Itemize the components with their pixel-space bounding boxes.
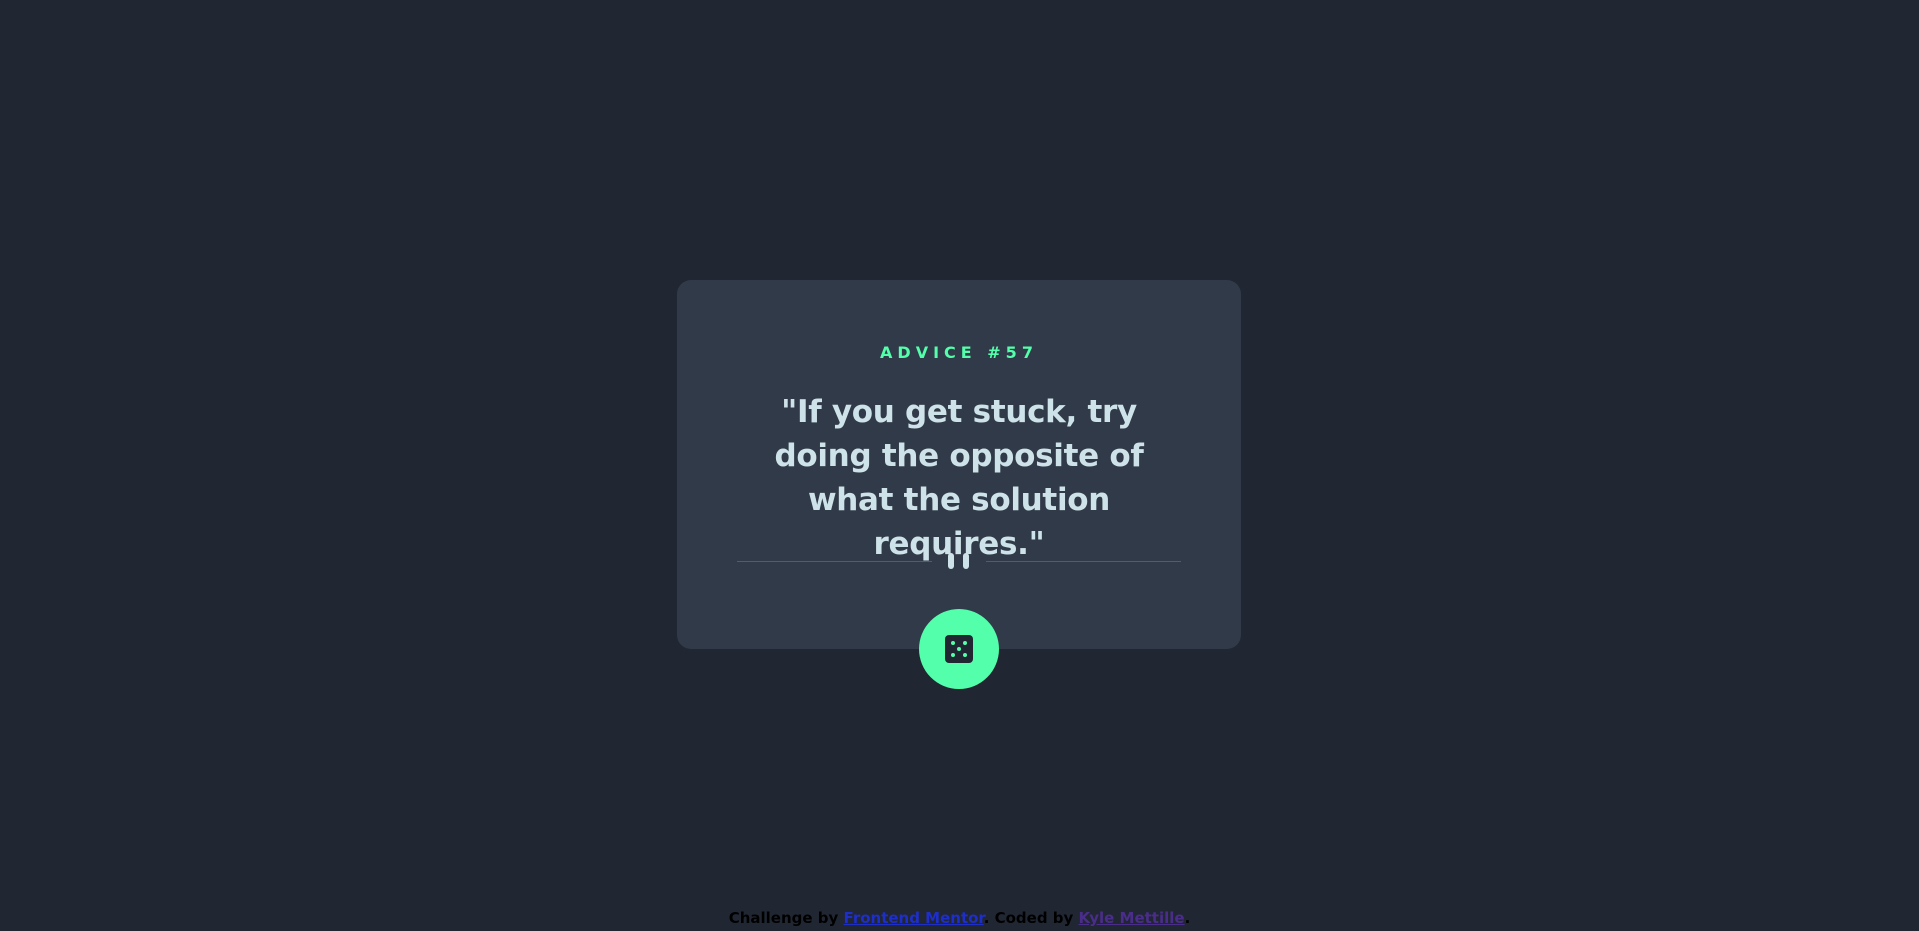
new-advice-button[interactable] [919, 609, 999, 689]
advice-number: ADVICE #57 [880, 343, 1038, 362]
advice-quote: "If you get stuck, try doing the opposit… [774, 394, 1144, 562]
pause-icon [948, 553, 970, 569]
dice-icon [945, 635, 973, 663]
divider-left [737, 561, 932, 562]
footer-middle: . Coded by [983, 909, 1079, 927]
author-link[interactable]: Kyle Mettille [1079, 909, 1185, 927]
attribution-footer: Challenge by Frontend Mentor. Coded by K… [0, 909, 1919, 927]
footer-prefix: Challenge by [728, 909, 844, 927]
advice-card: ADVICE #57 "If you get stuck, try doing … [677, 280, 1241, 649]
frontend-mentor-link[interactable]: Frontend Mentor [844, 909, 984, 927]
page: ADVICE #57 "If you get stuck, try doing … [0, 0, 1919, 931]
divider-right [986, 561, 1181, 562]
footer-suffix: . [1184, 909, 1191, 927]
